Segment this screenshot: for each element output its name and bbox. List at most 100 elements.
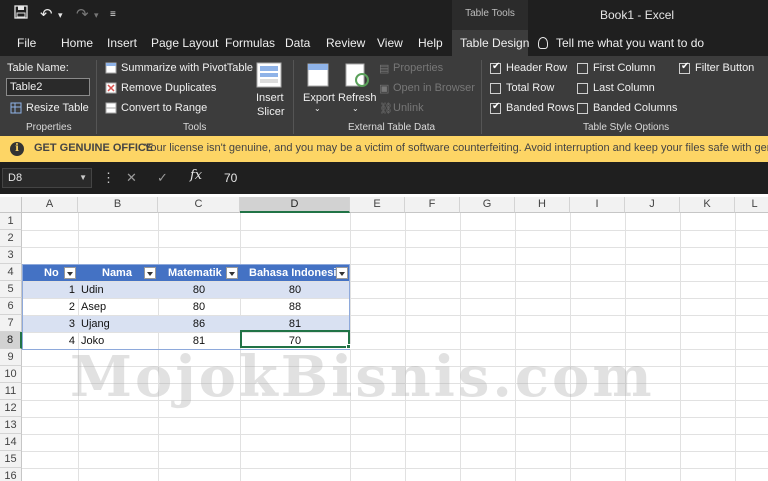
column-header-l[interactable]: L (735, 197, 768, 213)
customize-qat-icon[interactable]: ≡ (110, 5, 116, 25)
banded-rows-label: Banded Rows (506, 102, 575, 114)
table-cell[interactable]: Asep (78, 299, 158, 315)
row-header-10[interactable]: 10 (0, 366, 22, 383)
column-header-f[interactable]: F (405, 197, 460, 213)
redo-dropdown-icon[interactable]: ▾ (94, 5, 99, 25)
column-header-j[interactable]: J (625, 197, 680, 213)
filter-dropdown-icon[interactable] (336, 267, 348, 279)
filter-dropdown-icon[interactable] (64, 267, 76, 279)
undo-icon[interactable]: ↶ (40, 5, 53, 25)
table-cell[interactable]: 80 (158, 282, 240, 298)
table-cell[interactable]: 80 (158, 299, 240, 315)
column-header-e[interactable]: E (350, 197, 405, 213)
column-header-g[interactable]: G (460, 197, 515, 213)
group-properties-label: Properties (26, 122, 72, 133)
worksheet-grid[interactable]: A B C D E F G H I J K L 1 2 3 4 5 6 7 8 … (0, 194, 768, 481)
row-header-1[interactable]: 1 (0, 213, 22, 230)
lightbulb-icon (538, 37, 548, 49)
banded-columns-checkbox[interactable] (577, 103, 588, 114)
save-icon[interactable] (14, 5, 28, 25)
last-column-checkbox[interactable] (577, 83, 588, 94)
select-all-corner[interactable] (0, 197, 22, 213)
convert-to-range-button[interactable]: Convert to Range (121, 102, 207, 114)
formula-input[interactable]: 70 (224, 171, 237, 185)
refresh-button[interactable]: Refresh (338, 92, 377, 104)
tell-me-search[interactable]: Tell me what you want to do (538, 30, 704, 56)
row-header-4[interactable]: 4 (0, 264, 22, 281)
insert-slicer-line2[interactable]: Slicer (257, 106, 285, 118)
insert-slicer-line1[interactable]: Insert (256, 92, 284, 104)
column-header-h[interactable]: H (515, 197, 570, 213)
total-row-checkbox[interactable] (490, 83, 501, 94)
filter-dropdown-icon[interactable] (144, 267, 156, 279)
remove-duplicates-button[interactable]: Remove Duplicates (121, 82, 216, 94)
redo-icon[interactable]: ↷ (76, 5, 89, 25)
row-header-15[interactable]: 15 (0, 451, 22, 468)
row-header-7[interactable]: 7 (0, 315, 22, 332)
banded-rows-checkbox[interactable] (490, 101, 501, 114)
filter-button-checkbox[interactable] (679, 61, 690, 74)
row-header-3[interactable]: 3 (0, 247, 22, 264)
row-header-2[interactable]: 2 (0, 230, 22, 247)
row-header-6[interactable]: 6 (0, 298, 22, 315)
properties-icon: ▤ (379, 63, 390, 75)
table-cell[interactable]: 3 (22, 316, 78, 332)
tab-view[interactable]: View (377, 30, 403, 56)
tab-data[interactable]: Data (285, 30, 310, 56)
column-header-c[interactable]: C (158, 197, 240, 213)
row-header-8[interactable]: 8 (0, 332, 22, 349)
summarize-pivottable-button[interactable]: Summarize with PivotTable (121, 62, 253, 74)
tab-file[interactable]: File (17, 30, 36, 56)
insert-function-icon[interactable]: fx (190, 168, 202, 183)
row-header-13[interactable]: 13 (0, 417, 22, 434)
chevron-down-icon[interactable]: ▼ (79, 169, 87, 187)
table-cell[interactable]: 86 (158, 316, 240, 332)
first-column-checkbox[interactable] (577, 63, 588, 74)
row-header-9[interactable]: 9 (0, 349, 22, 366)
tab-table-design[interactable]: Table Design (452, 30, 529, 56)
column-header-b[interactable]: B (78, 197, 158, 213)
open-in-browser-button[interactable]: Open in Browser (393, 82, 475, 94)
row-header-11[interactable]: 11 (0, 383, 22, 400)
tab-home[interactable]: Home (61, 30, 93, 56)
column-header-d[interactable]: D (240, 197, 350, 213)
table-header-bahasa-indonesia[interactable]: Bahasa Indonesi (240, 265, 350, 281)
header-row-checkbox[interactable] (490, 61, 501, 74)
unlink-button[interactable]: Unlink (393, 102, 424, 114)
row-header-12[interactable]: 12 (0, 400, 22, 417)
unlink-icon: ⛓ (379, 103, 393, 115)
properties-button[interactable]: Properties (393, 62, 443, 74)
table-cell[interactable]: 80 (240, 282, 350, 298)
tab-formulas[interactable]: Formulas (225, 30, 275, 56)
name-box[interactable]: D8 ▼ (2, 168, 92, 188)
table-cell[interactable]: 88 (240, 299, 350, 315)
table-header-nama[interactable]: Nama (78, 265, 158, 281)
more-options-icon[interactable]: ⋮ (102, 170, 115, 186)
table-name-input[interactable]: Table2 (6, 78, 90, 96)
confirm-entry-icon[interactable]: ✓ (157, 170, 168, 186)
column-header-k[interactable]: K (680, 197, 735, 213)
tab-help[interactable]: Help (418, 30, 443, 56)
row-header-14[interactable]: 14 (0, 434, 22, 451)
cancel-entry-icon[interactable]: ✕ (126, 170, 137, 186)
table-header-matematika[interactable]: Matematik (158, 265, 240, 281)
row-header-5[interactable]: 5 (0, 281, 22, 298)
export-dropdown-icon[interactable]: ⌄ (314, 104, 321, 113)
column-header-a[interactable]: A (22, 197, 78, 213)
resize-table-button[interactable]: Resize Table (26, 102, 89, 114)
tab-review[interactable]: Review (326, 30, 365, 56)
tab-insert[interactable]: Insert (107, 30, 137, 56)
table-cell[interactable]: Udin (78, 282, 158, 298)
table-cell[interactable]: Ujang (78, 316, 158, 332)
column-header-i[interactable]: I (570, 197, 625, 213)
window-title: Book1 - Excel (600, 8, 675, 22)
row-header-16[interactable]: 16 (0, 468, 22, 481)
table-cell[interactable]: 1 (22, 282, 78, 298)
undo-dropdown-icon[interactable]: ▾ (58, 5, 63, 25)
export-button[interactable]: Export (303, 92, 335, 104)
tab-page-layout[interactable]: Page Layout (151, 30, 218, 56)
table-header-no[interactable]: No (22, 265, 78, 281)
table-cell[interactable]: 2 (22, 299, 78, 315)
refresh-dropdown-icon[interactable]: ⌄ (352, 104, 359, 113)
filter-dropdown-icon[interactable] (226, 267, 238, 279)
